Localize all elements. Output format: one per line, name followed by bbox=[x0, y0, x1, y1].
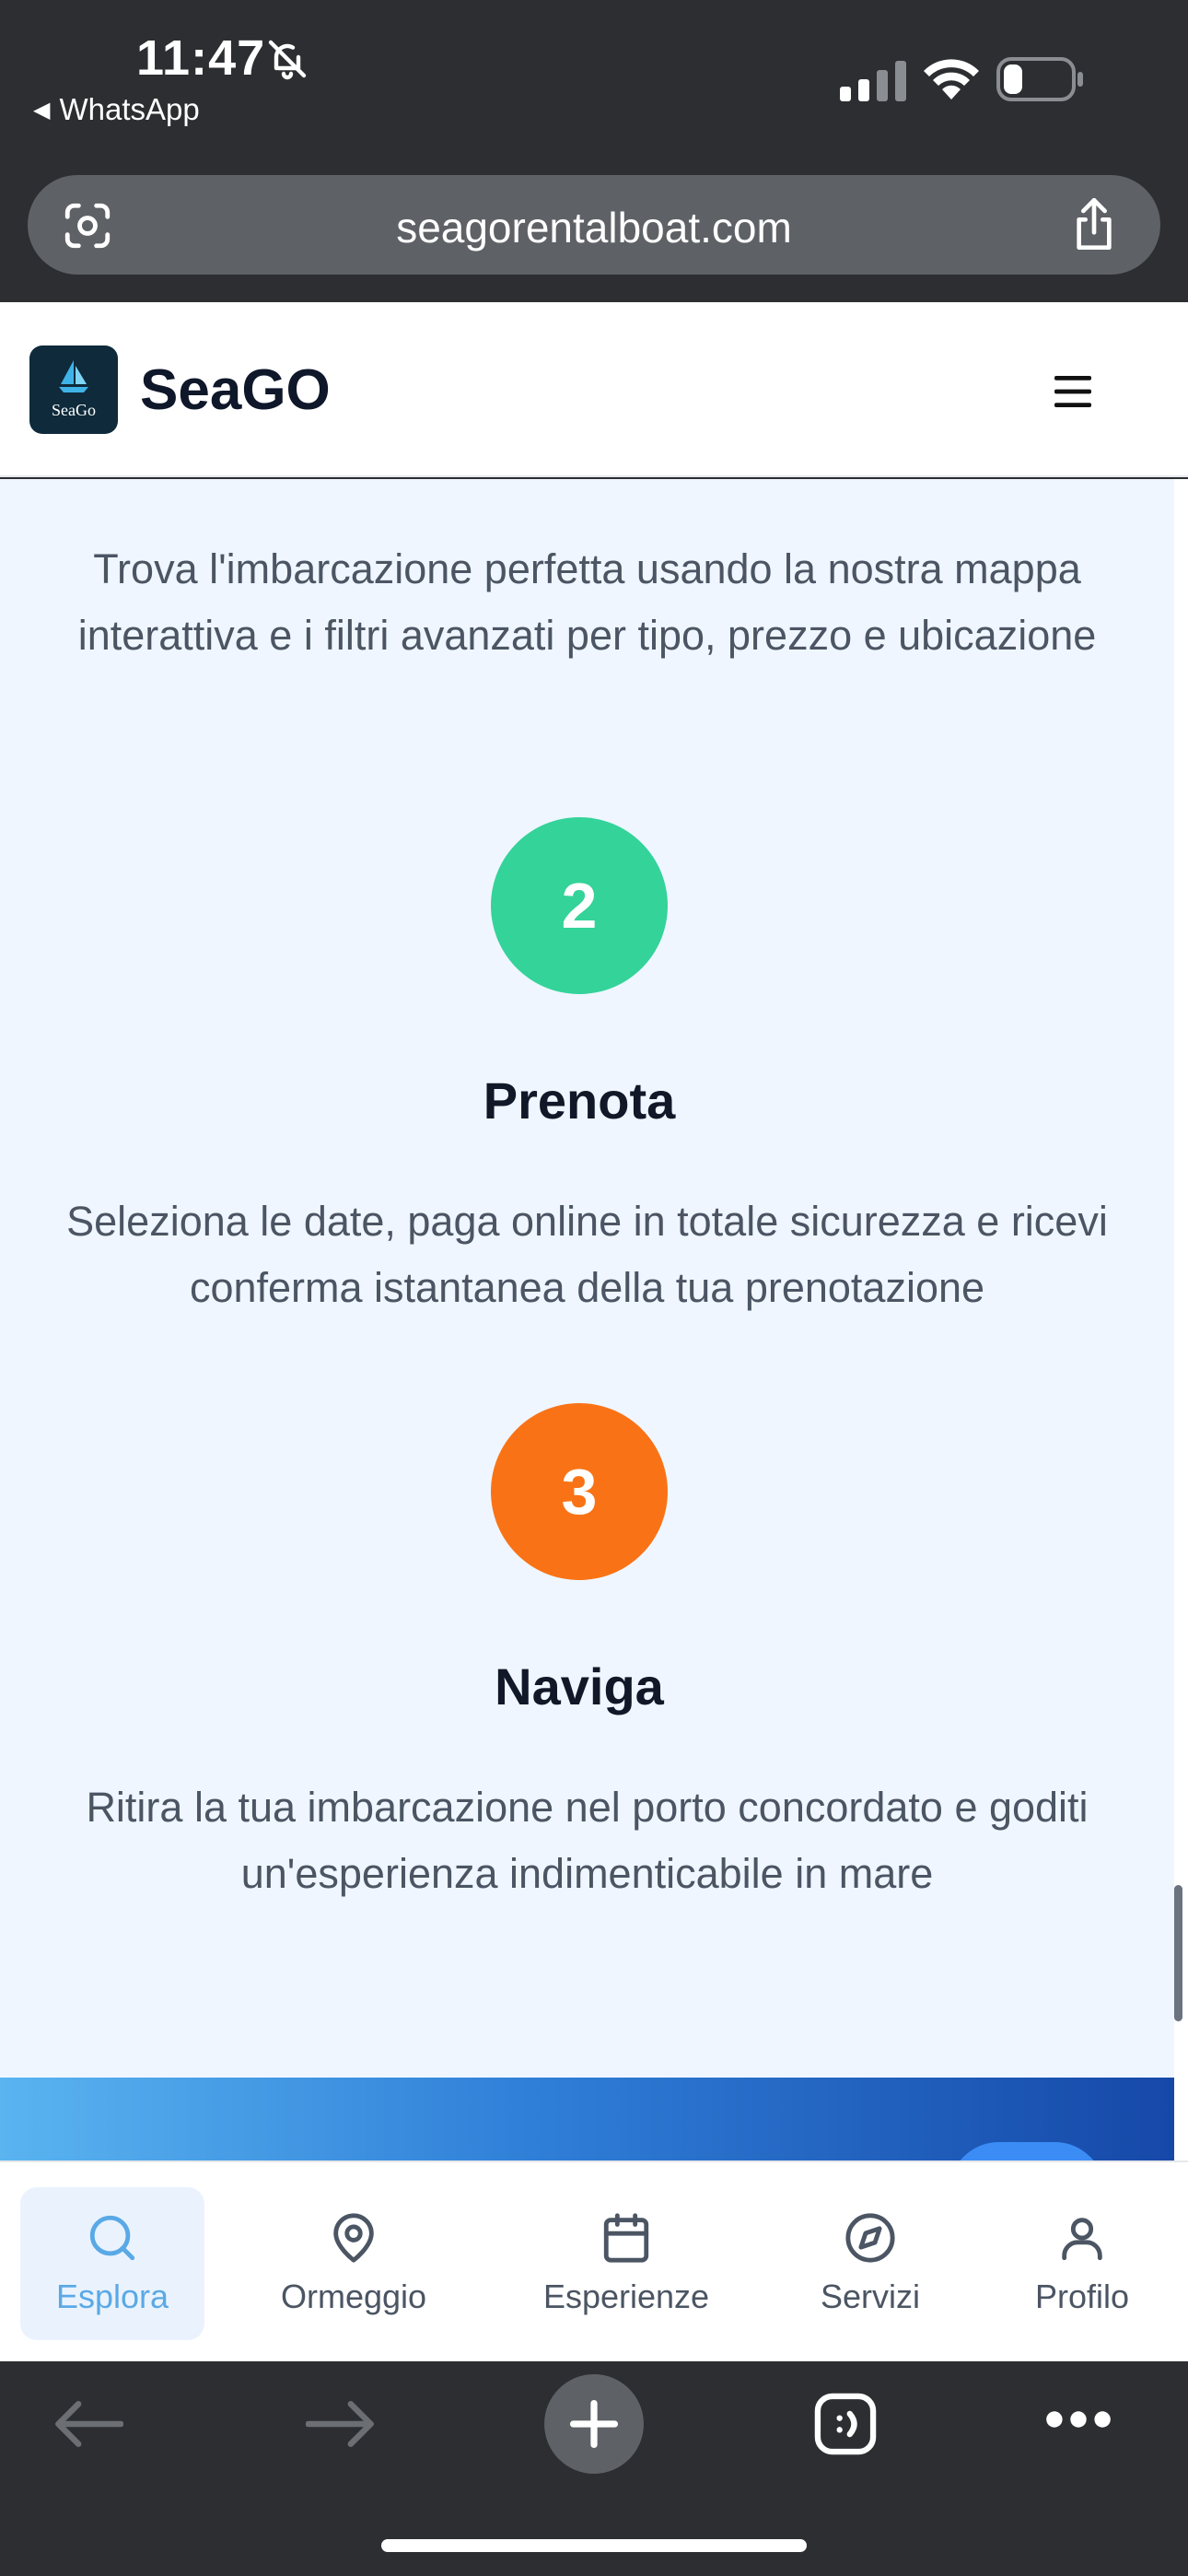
forward-arrow-icon[interactable] bbox=[306, 2398, 376, 2450]
new-tab-button[interactable] bbox=[544, 2374, 644, 2474]
calendar-icon bbox=[603, 2213, 649, 2263]
step-3-description: Ritira la tua imbarcazione nel porto con… bbox=[86, 1784, 1089, 1897]
more-icon[interactable] bbox=[1044, 2409, 1112, 2430]
hamburger-icon[interactable] bbox=[1054, 376, 1091, 407]
step-3-circle: 3 bbox=[491, 1403, 668, 1580]
step-3-number: 3 bbox=[561, 1456, 598, 1528]
step-2-description: Seleziona le date, paga online in totale… bbox=[66, 1198, 1108, 1311]
status-bar: 11:47 ◀ WhatsApp bbox=[0, 0, 1188, 166]
nav-item-profilo[interactable]: Profilo bbox=[1004, 2187, 1160, 2340]
bottom-nav: Esplora Ormeggio Esperienze Servizi Prof… bbox=[0, 2160, 1188, 2361]
step-3-title: Naviga bbox=[495, 1657, 664, 1715]
share-icon[interactable] bbox=[1068, 195, 1120, 252]
plus-icon bbox=[569, 2399, 619, 2449]
browser-address-area: seagorentalboat.com bbox=[0, 166, 1188, 302]
sailboat-icon bbox=[59, 360, 88, 392]
search-icon bbox=[89, 2215, 135, 2261]
nav-item-ormeggio[interactable]: Ormeggio bbox=[262, 2187, 446, 2340]
battery-icon bbox=[996, 57, 1083, 101]
address-bar[interactable]: seagorentalboat.com bbox=[28, 175, 1160, 275]
status-time: 11:47 bbox=[136, 30, 266, 86]
bell-slash-icon bbox=[268, 40, 307, 80]
nav-item-servizi[interactable]: Servizi bbox=[792, 2187, 949, 2340]
nav-label-esplora: Esplora bbox=[55, 2277, 169, 2315]
site-header: SeaGo SeaGO bbox=[0, 302, 1188, 477]
nav-label-ormeggio: Ormeggio bbox=[280, 2277, 427, 2315]
back-triangle-icon: ◀ bbox=[33, 97, 51, 123]
cta-banner bbox=[0, 2078, 1174, 2160]
user-icon bbox=[1062, 2218, 1102, 2261]
logo-text: SeaGo bbox=[52, 401, 96, 419]
step-2-circle: 2 bbox=[491, 817, 668, 994]
tabs-icon[interactable] bbox=[810, 2389, 880, 2459]
home-indicator bbox=[381, 2539, 807, 2552]
compass-icon bbox=[845, 2213, 895, 2263]
nav-item-esplora[interactable]: Esplora bbox=[20, 2187, 204, 2340]
nav-label-servizi: Servizi bbox=[820, 2277, 921, 2315]
logo[interactable]: SeaGo bbox=[29, 345, 118, 434]
step-1-description: Trova l'imbarcazione perfetta usando la … bbox=[77, 545, 1097, 659]
back-app-label: WhatsApp bbox=[59, 92, 200, 126]
step-2-number: 2 bbox=[561, 870, 598, 942]
url-text[interactable]: seagorentalboat.com bbox=[28, 203, 1160, 252]
nav-label-esperienze: Esperienze bbox=[542, 2277, 710, 2315]
brand-name[interactable]: SeaGO bbox=[140, 357, 331, 423]
nav-item-esperienze[interactable]: Esperienze bbox=[516, 2187, 737, 2340]
nav-label-profilo: Profilo bbox=[1034, 2277, 1130, 2315]
wifi-icon bbox=[924, 59, 979, 100]
map-pin-icon bbox=[333, 2213, 374, 2263]
step-2-title: Prenota bbox=[483, 1071, 676, 1130]
back-to-app-link[interactable]: ◀ WhatsApp bbox=[33, 92, 200, 127]
signal-icon bbox=[840, 61, 906, 101]
back-arrow-icon[interactable] bbox=[53, 2398, 123, 2450]
how-it-works-section: Trova l'imbarcazione perfetta usando la … bbox=[0, 479, 1174, 2078]
cta-floating-button[interactable] bbox=[949, 2142, 1105, 2160]
scrollbar-thumb[interactable] bbox=[1174, 1885, 1182, 2021]
